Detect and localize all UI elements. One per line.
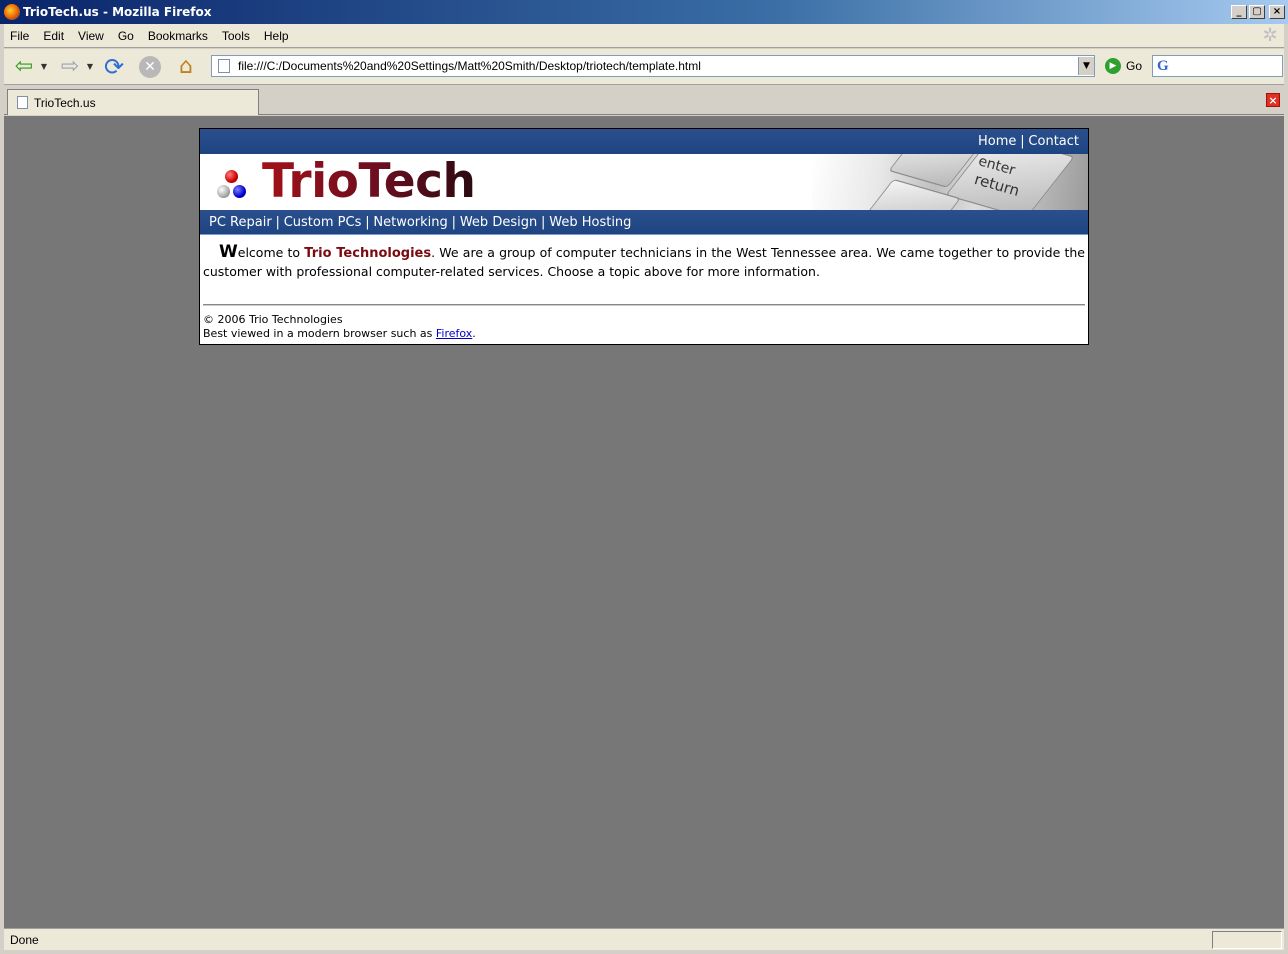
top-nav: Home | Contact bbox=[200, 129, 1088, 154]
nav-separator: | bbox=[275, 215, 280, 230]
reload-icon[interactable]: ⟳ bbox=[100, 53, 128, 81]
nav-web-design-link[interactable]: Web Design bbox=[460, 215, 537, 230]
logo-balls-icon bbox=[216, 170, 248, 202]
tab-triotech[interactable]: TrioTech.us bbox=[7, 89, 259, 115]
status-bar: Done bbox=[4, 928, 1284, 950]
tab-bar: TrioTech.us × bbox=[4, 86, 1284, 115]
page-icon bbox=[218, 59, 230, 73]
welcome-dropcap: W bbox=[219, 242, 238, 262]
menu-view[interactable]: View bbox=[71, 29, 111, 43]
menu-go[interactable]: Go bbox=[111, 29, 141, 43]
status-text: Done bbox=[10, 932, 39, 947]
best-viewed-line: Best viewed in a modern browser such as … bbox=[203, 327, 1085, 341]
menu-edit[interactable]: Edit bbox=[36, 29, 71, 43]
brand-name: Trio Technologies bbox=[304, 246, 432, 261]
minimize-button[interactable]: _ bbox=[1231, 5, 1247, 19]
nav-home-link[interactable]: Home bbox=[978, 134, 1016, 149]
menu-tools[interactable]: Tools bbox=[215, 29, 257, 43]
nav-custom-pcs-link[interactable]: Custom PCs bbox=[284, 215, 362, 230]
content-viewport: Home | Contact TrioTech enter return PC … bbox=[4, 116, 1284, 928]
welcome-lead: elcome to bbox=[237, 245, 305, 260]
nav-web-hosting-link[interactable]: Web Hosting bbox=[549, 215, 631, 230]
google-icon[interactable]: G bbox=[1157, 58, 1173, 74]
nav-separator: | bbox=[451, 215, 457, 230]
best-viewed-text: Best viewed in a modern browser such as bbox=[203, 327, 436, 340]
window-titlebar: TrioTech.us - Mozilla Firefox _ ▢ × bbox=[0, 0, 1288, 24]
site-logo: TrioTech bbox=[262, 154, 476, 209]
welcome-paragraph: Welcome to Trio Technologies. We are a g… bbox=[200, 235, 1088, 281]
nav-pc-repair-link[interactable]: PC Repair bbox=[209, 215, 272, 230]
forward-history-dropdown-icon[interactable]: ▼ bbox=[84, 62, 96, 71]
copyright-text: © 2006 Trio Technologies bbox=[203, 313, 343, 326]
nav-separator: | bbox=[1020, 134, 1025, 149]
maximize-button[interactable]: ▢ bbox=[1249, 5, 1265, 19]
blue-ball bbox=[233, 185, 246, 198]
url-bar[interactable]: file:///C:/Documents%20and%20Settings/Ma… bbox=[211, 55, 1095, 77]
gray-ball bbox=[217, 185, 230, 198]
nav-contact-link[interactable]: Contact bbox=[1028, 134, 1079, 149]
nav-separator: | bbox=[541, 215, 546, 230]
close-tab-icon[interactable]: × bbox=[1266, 93, 1280, 107]
menu-help[interactable]: Help bbox=[257, 29, 296, 43]
site-banner: TrioTech enter return bbox=[200, 154, 1088, 210]
go-arrow-icon: ▶ bbox=[1105, 58, 1121, 74]
forward-arrow-icon[interactable]: ⇨ bbox=[56, 53, 84, 81]
go-label: Go bbox=[1126, 59, 1143, 73]
stop-button[interactable]: ✕ bbox=[136, 53, 164, 81]
search-box[interactable]: G bbox=[1152, 55, 1283, 77]
back-history-dropdown-icon[interactable]: ▼ bbox=[38, 62, 50, 71]
back-arrow-icon[interactable]: ⇦ bbox=[10, 53, 38, 81]
window-controls: _ ▢ × bbox=[1231, 5, 1285, 19]
firefox-icon bbox=[4, 4, 20, 20]
firefox-link[interactable]: Firefox bbox=[436, 327, 472, 340]
site-footer: © 2006 Trio Technologies Best viewed in … bbox=[200, 306, 1088, 344]
close-button[interactable]: × bbox=[1269, 5, 1285, 19]
stop-icon: ✕ bbox=[139, 55, 161, 78]
tab-label: TrioTech.us bbox=[34, 95, 96, 110]
throbber-icon: ✲ bbox=[1262, 25, 1278, 46]
browser-frame: File Edit View Go Bookmarks Tools Help ✲… bbox=[0, 24, 1288, 954]
url-history-dropdown-icon[interactable]: ▼ bbox=[1078, 57, 1094, 75]
status-panel bbox=[1212, 930, 1282, 949]
site-container: Home | Contact TrioTech enter return PC … bbox=[199, 128, 1089, 345]
services-nav: PC Repair | Custom PCs | Networking | We… bbox=[200, 210, 1088, 235]
nav-networking-link[interactable]: Networking bbox=[373, 215, 447, 230]
menu-bookmarks[interactable]: Bookmarks bbox=[141, 29, 215, 43]
best-viewed-suffix: . bbox=[472, 327, 476, 340]
url-input[interactable]: file:///C:/Documents%20and%20Settings/Ma… bbox=[238, 59, 1078, 73]
menubar: File Edit View Go Bookmarks Tools Help ✲ bbox=[4, 24, 1284, 48]
navigation-toolbar: ⇦ ▼ ⇨ ▼ ⟳ ✕ ⌂ file:///C:/Documents%20and… bbox=[4, 49, 1284, 85]
keyboard-image: enter return bbox=[812, 154, 1088, 210]
red-ball bbox=[225, 170, 238, 183]
go-button[interactable]: ▶ Go bbox=[1105, 58, 1142, 74]
window-title: TrioTech.us - Mozilla Firefox bbox=[23, 5, 212, 19]
page-icon bbox=[17, 96, 28, 109]
nav-separator: | bbox=[365, 215, 370, 230]
home-icon[interactable]: ⌂ bbox=[172, 53, 200, 81]
menu-file[interactable]: File bbox=[4, 29, 36, 43]
